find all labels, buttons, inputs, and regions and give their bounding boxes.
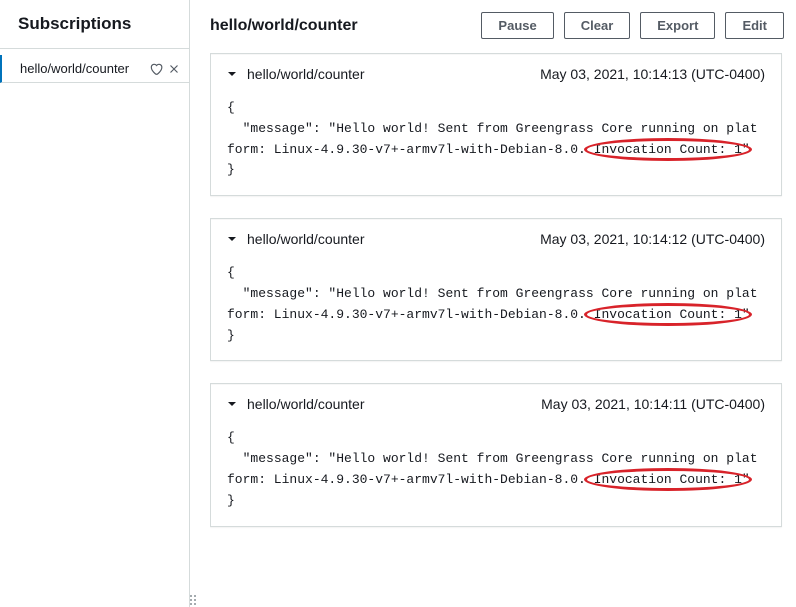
clear-button[interactable]: Clear xyxy=(564,12,631,39)
edit-button[interactable]: Edit xyxy=(725,12,784,39)
message-header[interactable]: hello/world/counterMay 03, 2021, 10:14:1… xyxy=(211,54,781,94)
message-card: hello/world/counterMay 03, 2021, 10:14:1… xyxy=(210,383,782,526)
message-header[interactable]: hello/world/counterMay 03, 2021, 10:14:1… xyxy=(211,219,781,259)
message-card: hello/world/counterMay 03, 2021, 10:14:1… xyxy=(210,218,782,361)
subscription-item[interactable]: hello/world/counter xyxy=(0,55,189,83)
sidebar: Subscriptions hello/world/counter xyxy=(0,0,190,607)
subscription-list: hello/world/counter xyxy=(0,49,189,83)
message-body: { "message": "Hello world! Sent from Gre… xyxy=(211,259,781,360)
highlight-ellipse xyxy=(584,303,752,326)
message-body: { "message": "Hello world! Sent from Gre… xyxy=(211,94,781,195)
message-timestamp: May 03, 2021, 10:14:13 (UTC-0400) xyxy=(540,66,765,82)
message-topic: hello/world/counter xyxy=(247,66,540,82)
message-topic: hello/world/counter xyxy=(247,396,541,412)
export-button[interactable]: Export xyxy=(640,12,715,39)
chevron-down-icon[interactable] xyxy=(227,399,237,409)
resize-handle-icon[interactable] xyxy=(190,595,196,605)
message-header[interactable]: hello/world/counterMay 03, 2021, 10:14:1… xyxy=(211,384,781,424)
message-card: hello/world/counterMay 03, 2021, 10:14:1… xyxy=(210,53,782,196)
close-icon[interactable] xyxy=(167,62,181,76)
message-list[interactable]: hello/world/counterMay 03, 2021, 10:14:1… xyxy=(210,53,784,607)
subscription-label: hello/world/counter xyxy=(20,61,145,76)
message-topic: hello/world/counter xyxy=(247,231,540,247)
chevron-down-icon[interactable] xyxy=(227,69,237,79)
highlight-ellipse xyxy=(584,468,752,491)
highlight-ellipse xyxy=(584,138,752,161)
main-panel: hello/world/counter Pause Clear Export E… xyxy=(190,0,796,607)
heart-icon[interactable] xyxy=(149,62,163,76)
message-timestamp: May 03, 2021, 10:14:11 (UTC-0400) xyxy=(541,396,765,412)
chevron-down-icon[interactable] xyxy=(227,234,237,244)
message-body: { "message": "Hello world! Sent from Gre… xyxy=(211,424,781,525)
page-title: hello/world/counter xyxy=(210,17,471,35)
pause-button[interactable]: Pause xyxy=(481,12,553,39)
sidebar-title: Subscriptions xyxy=(0,0,189,49)
main-header: hello/world/counter Pause Clear Export E… xyxy=(210,12,784,53)
message-timestamp: May 03, 2021, 10:14:12 (UTC-0400) xyxy=(540,231,765,247)
